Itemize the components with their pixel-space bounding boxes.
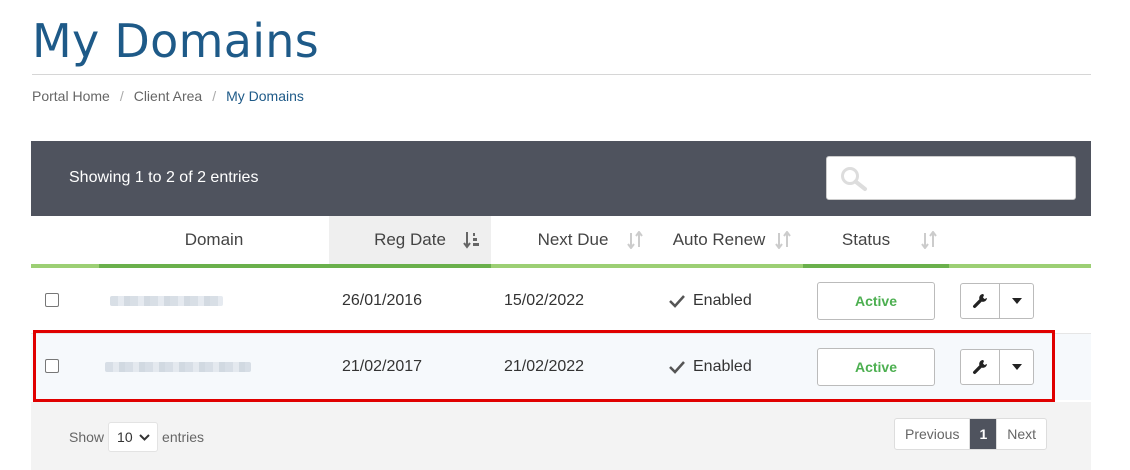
status-badge: Active — [817, 348, 935, 386]
manage-button[interactable] — [961, 350, 1001, 384]
row-actions — [960, 349, 1034, 385]
auto-renew: Enabled — [669, 334, 752, 400]
row-actions — [960, 283, 1034, 319]
row-checkbox[interactable] — [45, 359, 59, 373]
table-header: Domain Reg Date Next Due Auto Renew Stat… — [31, 216, 1091, 268]
title-divider — [32, 74, 1091, 75]
table-toolbar: Showing 1 to 2 of 2 entries — [31, 141, 1091, 216]
page-size-value: 10 — [117, 429, 133, 445]
actions-dropdown-button[interactable] — [1000, 284, 1033, 318]
manage-button[interactable] — [961, 284, 1001, 318]
table-row[interactable]: 21/02/2017 21/02/2022 Enabled Active — [31, 334, 1091, 400]
sort-icon — [775, 231, 791, 249]
redacted-text — [110, 296, 223, 306]
auto-renew-label: Enabled — [693, 358, 752, 375]
header-status[interactable]: Status — [803, 216, 949, 268]
caret-down-icon — [1011, 298, 1022, 304]
search-icon — [841, 167, 867, 191]
check-icon — [669, 295, 685, 308]
header-auto-renew-label: Auto Renew — [672, 230, 766, 249]
pagination: Previous 1 Next — [894, 418, 1048, 450]
sort-desc-icon — [463, 232, 479, 249]
breadcrumb-separator: / — [119, 88, 124, 104]
reg-date: 26/01/2016 — [342, 292, 423, 309]
actions-dropdown-button[interactable] — [1000, 350, 1033, 384]
next-due: 15/02/2022 — [504, 292, 585, 309]
wrench-icon — [973, 294, 988, 308]
auto-renew-label: Enabled — [693, 292, 752, 309]
header-next-due[interactable]: Next Due — [491, 216, 655, 268]
header-reg-date[interactable]: Reg Date — [329, 216, 491, 268]
search-input[interactable] — [875, 163, 1065, 193]
previous-page-button[interactable]: Previous — [895, 419, 971, 449]
header-status-label: Status — [841, 230, 891, 249]
table-footer: Show 10 entries Previous 1 Next — [31, 402, 1091, 470]
page-size-control: Show 10 entries — [69, 422, 204, 452]
domains-table: Showing 1 to 2 of 2 entries Domain Reg D… — [31, 141, 1091, 470]
chevron-down-icon — [138, 433, 150, 441]
header-checkbox-col — [31, 216, 99, 268]
header-actions-col — [949, 216, 1091, 268]
sort-icon — [627, 231, 643, 249]
caret-down-icon — [1011, 364, 1022, 370]
table-row[interactable]: 26/01/2016 15/02/2022 Enabled Active — [31, 268, 1091, 334]
page-size-select[interactable]: 10 — [108, 422, 159, 452]
breadcrumb-separator: / — [212, 88, 217, 104]
redacted-text — [105, 362, 251, 372]
header-next-due-label: Next Due — [537, 230, 609, 249]
next-due: 21/02/2022 — [504, 358, 585, 375]
auto-renew: Enabled — [669, 268, 752, 334]
sort-icon — [921, 231, 937, 249]
breadcrumb-client-area[interactable]: Client Area — [134, 88, 202, 104]
wrench-icon — [973, 360, 988, 374]
breadcrumb-current: My Domains — [226, 88, 304, 104]
page-1-button[interactable]: 1 — [970, 419, 998, 449]
header-domain[interactable]: Domain — [99, 216, 329, 268]
search-field[interactable] — [826, 156, 1076, 200]
header-auto-renew[interactable]: Auto Renew — [655, 216, 803, 268]
domain-name-redacted[interactable] — [110, 268, 230, 334]
header-domain-label: Domain — [184, 230, 244, 249]
breadcrumb-portal-home[interactable]: Portal Home — [32, 88, 110, 104]
entries-label: entries — [162, 429, 205, 445]
row-checkbox[interactable] — [45, 293, 59, 307]
page-title: My Domains — [32, 14, 319, 68]
breadcrumb: Portal Home / Client Area / My Domains — [32, 88, 304, 104]
domain-name-redacted[interactable] — [105, 334, 255, 400]
next-page-button[interactable]: Next — [997, 419, 1046, 449]
check-icon — [669, 361, 685, 374]
showing-entries-text: Showing 1 to 2 of 2 entries — [69, 169, 259, 186]
header-reg-date-label: Reg Date — [374, 230, 446, 249]
status-badge: Active — [817, 282, 935, 320]
reg-date: 21/02/2017 — [342, 358, 423, 375]
show-label: Show — [69, 429, 105, 445]
